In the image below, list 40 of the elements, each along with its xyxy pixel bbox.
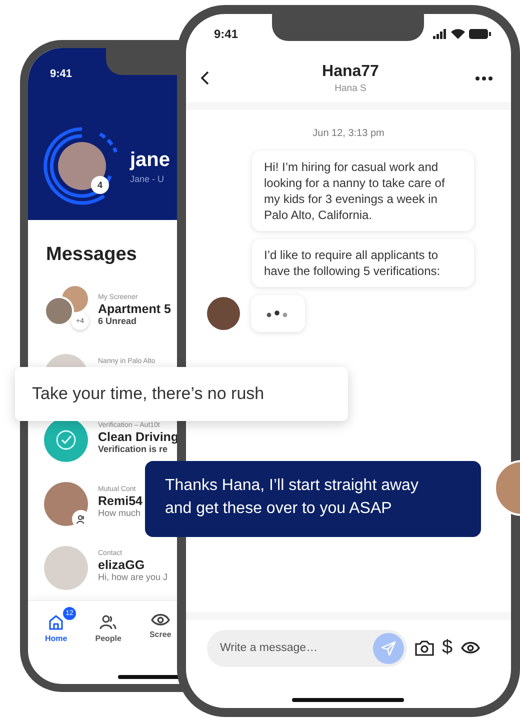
message-date: Jun 12, 3:13 pm [312,128,386,139]
back-icon[interactable] [200,70,210,86]
message-preview: 6 Unread [98,316,137,327]
contact-username: Hana77 [321,62,380,80]
message-preview: Hi, how are you J [98,572,168,583]
message-bubble: Hi! I’m hiring for casual work and looking for a nanny to take care of my kids for 3 evenings a week in Palo Alto, California. [252,151,474,231]
photo-placeholder [207,297,240,330]
home-icon [47,613,66,631]
signal-icon [433,29,447,39]
nav-tab[interactable]: People [95,613,122,643]
status-time: 9:41 [50,68,72,80]
send-icon [381,640,396,656]
people-icon [99,613,118,631]
message-bubble: I’d like to require all applicants to have the following 5 verifications: [252,239,474,287]
battery-icon [469,29,491,39]
conversation-name: Remi54 [98,495,142,508]
contact-name: Hana S [334,82,368,94]
count-badge: 4 [91,176,109,194]
eye-icon[interactable] [460,641,480,655]
profile-subtitle: Jane - U [130,174,166,184]
message-preview: How much [98,508,141,519]
wifi-icon [451,29,465,39]
eye-icon [150,613,170,627]
messages-title: Messages [45,243,138,267]
message-bubble: Take your time, there’s no rush [15,367,348,421]
photo-placeholder [44,546,88,590]
message-bubble: Thanks Hana, I’ll start straight away and get these over to you ASAP [145,461,481,537]
payment-button[interactable]: $ [442,638,453,658]
nav-tab[interactable]: Scree [149,613,172,639]
conversation-name: Apartment 5 [98,303,171,316]
conversation-name: elizaGG [98,559,145,572]
status-time: 9:41 [214,27,238,41]
check-icon [44,418,88,462]
conversation-name: Clean Driving [98,431,179,444]
message-input[interactable]: Write a message… [207,630,407,666]
camera-icon[interactable] [415,640,434,656]
more-icon[interactable] [475,76,493,80]
message-preview: Verification is re [98,444,168,455]
username: jane [130,148,170,170]
photo-placeholder [44,296,74,326]
